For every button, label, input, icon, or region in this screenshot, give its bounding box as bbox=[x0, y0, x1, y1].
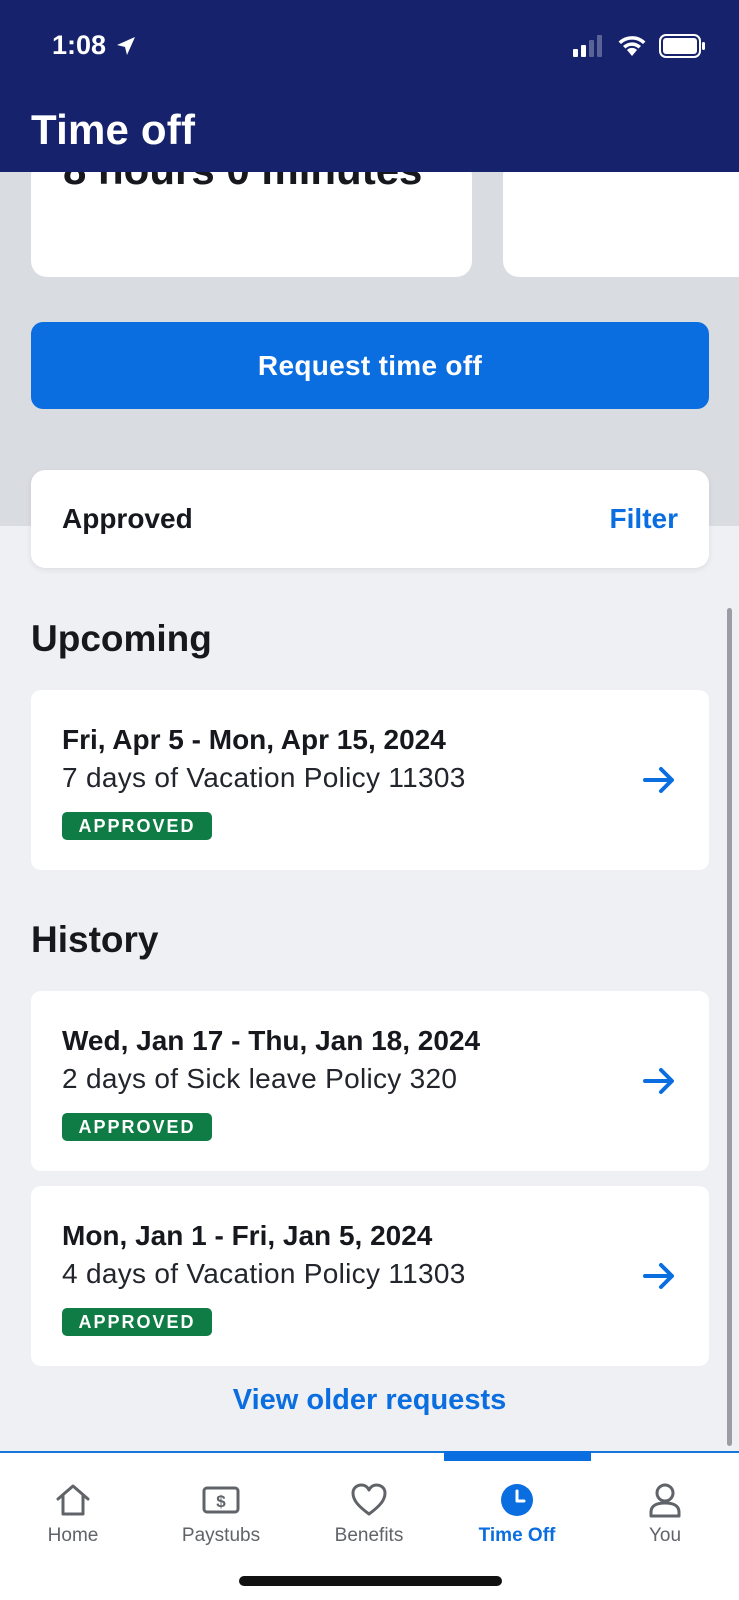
signal-icon bbox=[573, 35, 602, 57]
active-tab-indicator bbox=[444, 1451, 591, 1461]
arrow-right-icon[interactable] bbox=[643, 1065, 677, 1097]
svg-text:$: $ bbox=[216, 1492, 226, 1511]
paystub-icon: $ bbox=[202, 1486, 240, 1514]
location-arrow-icon bbox=[117, 36, 136, 55]
tab-home[interactable]: Home bbox=[13, 1481, 133, 1547]
balance-card[interactable]: 8 hours 0 minutes bbox=[31, 160, 472, 277]
balance-card-next[interactable] bbox=[503, 160, 739, 277]
status-badge: APPROVED bbox=[62, 1308, 212, 1336]
status-badge: APPROVED bbox=[62, 812, 212, 840]
filter-status: Approved bbox=[62, 503, 193, 534]
scrollbar[interactable] bbox=[727, 608, 732, 1446]
status-indicators bbox=[573, 34, 705, 58]
status-badge: APPROVED bbox=[62, 1113, 212, 1141]
person-icon bbox=[649, 1483, 681, 1518]
tab-paystubs[interactable]: $ Paystubs bbox=[161, 1481, 281, 1547]
tab-time-off[interactable]: Time Off bbox=[457, 1481, 577, 1547]
view-older-requests-link[interactable]: View older requests bbox=[0, 1384, 739, 1417]
arrow-right-icon[interactable] bbox=[643, 1260, 677, 1292]
app-header: 1:08 Time off bbox=[0, 0, 739, 172]
arrow-right-icon[interactable] bbox=[643, 764, 677, 796]
filter-button[interactable]: Filter bbox=[610, 503, 678, 535]
request-dates: Mon, Jan 1 - Fri, Jan 5, 2024 bbox=[62, 1220, 433, 1251]
heart-icon bbox=[351, 1483, 387, 1516]
request-description: 4 days of Vacation Policy 11303 bbox=[62, 1258, 466, 1289]
tab-you[interactable]: You bbox=[605, 1481, 725, 1547]
request-card[interactable]: Fri, Apr 5 - Mon, Apr 15, 2024 7 days of… bbox=[31, 690, 709, 870]
wifi-icon bbox=[618, 36, 646, 56]
request-card[interactable]: Wed, Jan 17 - Thu, Jan 18, 2024 2 days o… bbox=[31, 991, 709, 1171]
battery-icon bbox=[659, 34, 705, 58]
status-time: 1:08 bbox=[52, 30, 138, 61]
home-indicator bbox=[239, 1576, 502, 1586]
page-title: Time off bbox=[31, 106, 196, 153]
request-time-off-button[interactable]: Request time off bbox=[31, 322, 709, 409]
request-dates: Fri, Apr 5 - Mon, Apr 15, 2024 bbox=[62, 724, 446, 755]
history-heading: History bbox=[31, 919, 159, 960]
clock-icon bbox=[501, 1484, 533, 1516]
request-description: 7 days of Vacation Policy 11303 bbox=[62, 762, 466, 793]
request-card[interactable]: Mon, Jan 1 - Fri, Jan 5, 2024 4 days of … bbox=[31, 1186, 709, 1366]
upcoming-heading: Upcoming bbox=[31, 618, 212, 659]
request-dates: Wed, Jan 17 - Thu, Jan 18, 2024 bbox=[62, 1025, 481, 1056]
request-description: 2 days of Sick leave Policy 320 bbox=[62, 1063, 458, 1094]
tab-benefits[interactable]: Benefits bbox=[309, 1481, 429, 1547]
filter-bar: Approved Filter bbox=[31, 470, 709, 568]
home-icon bbox=[56, 1484, 90, 1516]
